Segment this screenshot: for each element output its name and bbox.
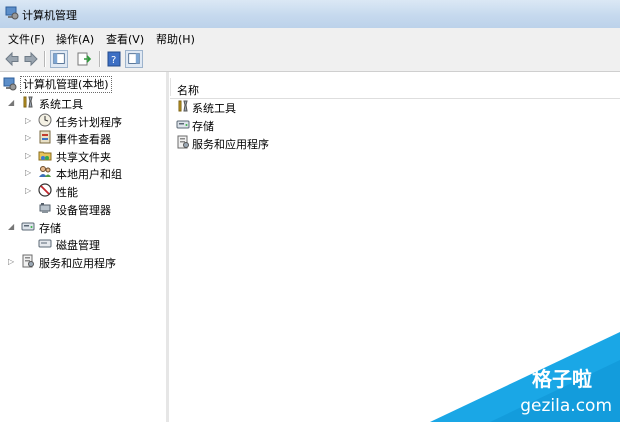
tree-item-disk-management[interactable]: 磁盘管理 xyxy=(38,235,166,252)
menu-action[interactable]: 操作(A) xyxy=(56,31,94,47)
forward-arrow-icon[interactable] xyxy=(22,50,40,68)
list-item[interactable]: 系统工具 xyxy=(176,98,376,116)
tree-label: 服务和应用程序 xyxy=(39,257,116,270)
computer-management-icon xyxy=(3,77,17,91)
tree-item-shared-folders[interactable]: ▷ 共享文件夹 xyxy=(25,147,165,164)
toolbar-separator xyxy=(44,51,46,67)
column-divider xyxy=(170,78,171,96)
menu-view[interactable]: 查看(V) xyxy=(106,31,144,47)
tree-item-event-viewer[interactable]: ▷ 事件查看器 xyxy=(25,129,165,146)
list-item-label: 存储 xyxy=(192,120,214,133)
tree-item-system-tools[interactable]: ◢ 系统工具 xyxy=(8,94,158,111)
tree-label: 系统工具 xyxy=(39,98,83,111)
export-list-icon[interactable] xyxy=(75,50,93,68)
tree-label: 设备管理器 xyxy=(56,204,111,217)
console-tree: 计算机管理(本地) ◢ 系统工具 ▷ 任务计划程序 ▷ 事件查看器 ▷ 共享文件… xyxy=(0,72,169,422)
menu-bar: 文件(F) 操作(A) 查看(V) 帮助(H) xyxy=(0,28,620,47)
tree-label: 本地用户和组 xyxy=(56,168,122,181)
performance-icon xyxy=(38,183,52,197)
tree-item-services-apps[interactable]: ▷ 服务和应用程序 xyxy=(8,253,163,270)
event-viewer-icon xyxy=(39,130,51,144)
services-icon xyxy=(22,254,34,268)
computer-management-icon xyxy=(5,6,19,20)
users-icon xyxy=(39,166,51,177)
menu-help[interactable]: 帮助(H) xyxy=(156,31,195,47)
collapsed-arrow-icon[interactable]: ▷ xyxy=(25,116,31,125)
list-item[interactable]: 服务和应用程序 xyxy=(176,134,376,152)
watermark-domain: gezila.com xyxy=(520,396,612,416)
device-manager-icon xyxy=(39,203,51,213)
column-header-row: 名称 xyxy=(170,76,620,99)
expanded-arrow-icon[interactable]: ◢ xyxy=(8,222,14,231)
watermark: 格子啦 gezila.com xyxy=(430,332,620,422)
tree-item-task-scheduler[interactable]: ▷ 任务计划程序 xyxy=(25,112,165,129)
tree-item-storage[interactable]: ◢ 存储 xyxy=(8,218,158,235)
list-item[interactable]: 存储 xyxy=(176,116,376,134)
clock-icon xyxy=(38,113,52,127)
toolbar-separator xyxy=(99,51,101,67)
tree-label: 磁盘管理 xyxy=(56,239,100,252)
tree-label: 计算机管理(本地) xyxy=(20,76,112,93)
back-arrow-icon[interactable] xyxy=(3,50,21,68)
storage-icon xyxy=(176,120,190,129)
tree-label: 任务计划程序 xyxy=(56,116,122,129)
collapsed-arrow-icon[interactable]: ▷ xyxy=(25,133,31,142)
list-item-label: 系统工具 xyxy=(192,102,236,115)
menu-file[interactable]: 文件(F) xyxy=(8,31,45,47)
storage-icon xyxy=(21,222,35,231)
show-hide-console-tree-icon[interactable] xyxy=(50,50,68,68)
collapsed-arrow-icon[interactable]: ▷ xyxy=(8,257,14,266)
window-title: 计算机管理 xyxy=(22,9,77,22)
tree-item-computer-management[interactable]: 计算机管理(本地) xyxy=(3,76,163,93)
toolbar: ? xyxy=(0,47,620,72)
expanded-arrow-icon[interactable]: ◢ xyxy=(8,98,14,107)
list-item-label: 服务和应用程序 xyxy=(192,138,269,151)
services-icon xyxy=(177,135,189,149)
column-header-name[interactable]: 名称 xyxy=(177,82,199,98)
tree-item-device-manager[interactable]: 设备管理器 xyxy=(38,200,166,217)
disk-management-icon xyxy=(38,239,52,248)
tree-label: 共享文件夹 xyxy=(56,151,111,164)
tree-item-performance[interactable]: ▷ 性能 xyxy=(25,182,165,199)
collapsed-arrow-icon[interactable]: ▷ xyxy=(25,186,31,195)
title-bar: 计算机管理 xyxy=(0,0,620,29)
tools-icon xyxy=(23,96,33,108)
help-icon[interactable]: ? xyxy=(105,50,123,68)
tree-label: 性能 xyxy=(56,186,78,199)
tools-icon xyxy=(178,100,188,112)
collapsed-arrow-icon[interactable]: ▷ xyxy=(25,151,31,160)
tree-item-local-users[interactable]: ▷ 本地用户和组 xyxy=(25,164,165,181)
watermark-brand: 格子啦 xyxy=(532,367,592,391)
collapsed-arrow-icon[interactable]: ▷ xyxy=(25,168,31,177)
shared-folder-icon xyxy=(38,151,52,161)
svg-text:?: ? xyxy=(111,55,116,66)
show-hide-action-pane-icon[interactable] xyxy=(125,50,143,68)
tree-label: 存储 xyxy=(39,222,61,235)
tree-label: 事件查看器 xyxy=(56,133,111,146)
